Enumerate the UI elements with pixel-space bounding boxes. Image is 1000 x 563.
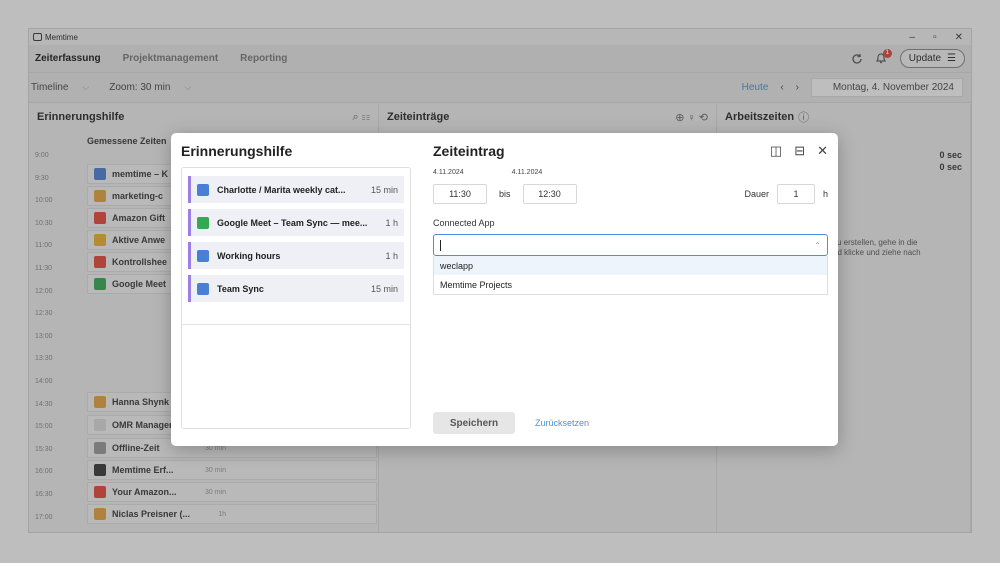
layout-icon[interactable]: ⊟ bbox=[794, 143, 805, 159]
close-icon[interactable]: ✕ bbox=[817, 143, 828, 159]
option-memtime-projects[interactable]: Memtime Projects bbox=[434, 275, 827, 294]
reminder-entry[interactable]: Google Meet – Team Sync — mee... 1 h bbox=[188, 209, 404, 236]
reminder-entry[interactable]: Team Sync 15 min bbox=[188, 275, 404, 302]
end-time-input[interactable]: 12:30 bbox=[522, 184, 577, 204]
end-date[interactable]: 4.11.2024 bbox=[512, 169, 543, 176]
google-meet-icon bbox=[197, 216, 209, 229]
list-divider bbox=[182, 324, 410, 325]
entry-duration: 1 h bbox=[385, 217, 398, 228]
calendar-icon bbox=[197, 282, 209, 295]
text-cursor bbox=[440, 239, 441, 251]
time-entry-title: Zeiteintrag bbox=[433, 143, 505, 159]
start-date[interactable]: 4.11.2024 bbox=[433, 169, 464, 176]
reminder-list: Charlotte / Marita weekly cat... 15 min … bbox=[181, 167, 411, 429]
option-weclapp[interactable]: weclapp bbox=[434, 256, 827, 275]
time-entry-dialog: Erinnerungshilfe Charlotte / Marita week… bbox=[171, 133, 838, 446]
entry-duration: 15 min bbox=[370, 184, 398, 195]
reset-link[interactable]: Zurücksetzen bbox=[535, 418, 589, 428]
connected-app-input[interactable]: ⌃ bbox=[433, 234, 828, 256]
entry-label: Google Meet – Team Sync — mee... bbox=[217, 217, 368, 228]
chevron-up-icon[interactable]: ⌃ bbox=[814, 241, 821, 250]
save-button[interactable]: Speichern bbox=[433, 412, 515, 434]
duration-unit: h bbox=[822, 189, 828, 199]
calendar-icon bbox=[197, 249, 209, 262]
connected-app-label: Connected App bbox=[433, 218, 495, 228]
start-time-input[interactable]: 11:30 bbox=[433, 184, 487, 204]
entry-label: Charlotte / Marita weekly cat... bbox=[217, 184, 346, 195]
reminder-title: Erinnerungshilfe bbox=[181, 143, 293, 159]
sidebar-toggle-icon[interactable]: ◫ bbox=[770, 143, 782, 159]
entry-duration: 1 h bbox=[385, 250, 398, 261]
bis-label: bis bbox=[499, 189, 511, 199]
entry-label: Team Sync bbox=[217, 283, 264, 294]
connected-app-dropdown: weclapp Memtime Projects bbox=[433, 256, 828, 295]
reminder-panel: Erinnerungshilfe Charlotte / Marita week… bbox=[171, 133, 421, 446]
entry-label: Working hours bbox=[217, 250, 281, 261]
reminder-entry[interactable]: Working hours 1 h bbox=[188, 242, 404, 269]
calendar-icon bbox=[197, 183, 209, 196]
entry-duration: 15 min bbox=[370, 283, 398, 294]
duration-label: Dauer bbox=[744, 189, 769, 199]
reminder-entry[interactable]: Charlotte / Marita weekly cat... 15 min bbox=[188, 176, 404, 203]
time-entry-form: Zeiteintrag ◫ ⊟ ✕ 4.11.2024 4.11.2024 11… bbox=[421, 133, 838, 446]
duration-input[interactable]: 1 bbox=[776, 184, 815, 204]
